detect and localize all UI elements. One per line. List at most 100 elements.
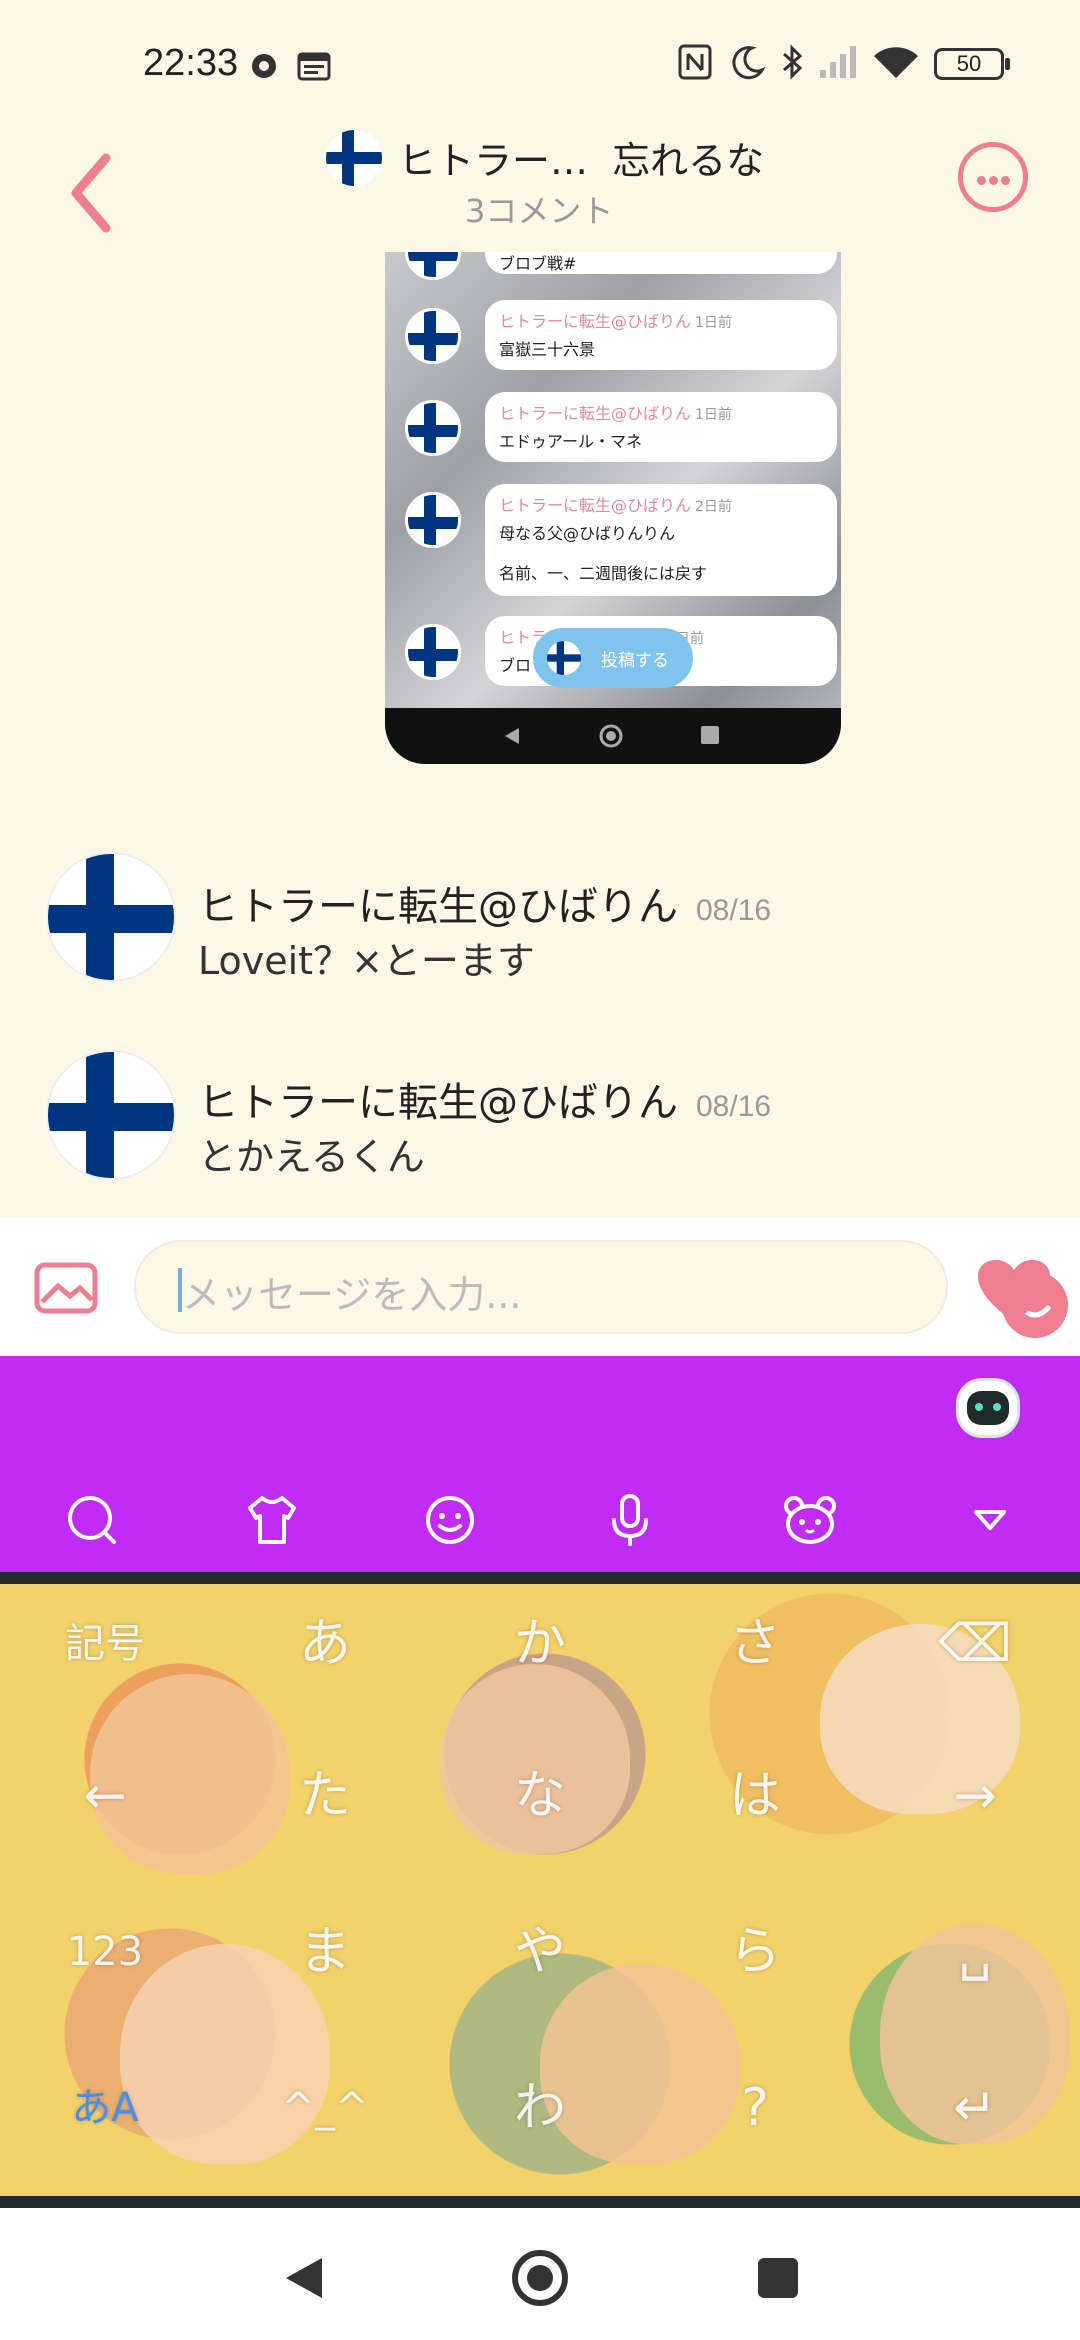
screenshot-ago: 1日前 bbox=[695, 407, 732, 423]
key-punctuation[interactable]: ? bbox=[680, 2048, 830, 2168]
keyboard-collapse-button[interactable] bbox=[960, 1490, 1020, 1550]
screenshot-message: ブロブ戦# bbox=[499, 254, 577, 273]
notification-dot-icon bbox=[252, 54, 276, 78]
back-triangle-icon bbox=[505, 728, 519, 744]
key-ka[interactable]: か bbox=[465, 1584, 615, 1704]
key-sa[interactable]: さ bbox=[680, 1584, 830, 1704]
key-ta[interactable]: た bbox=[250, 1736, 400, 1856]
home-circle-icon bbox=[599, 724, 623, 748]
avatar[interactable] bbox=[46, 852, 176, 982]
screenshot-author-name: ヒトラーに転生@ひばりん bbox=[499, 312, 692, 331]
screenshot-post-label: 投稿する bbox=[601, 651, 669, 671]
finland-flag-icon bbox=[405, 492, 461, 548]
nav-back-icon[interactable] bbox=[282, 2254, 326, 2302]
screenshot-author-name: ヒトラーに転生@ひばりん bbox=[499, 404, 692, 423]
key-a[interactable]: あ bbox=[250, 1584, 400, 1704]
screenshot-message: 母なる父@ひばりんりん bbox=[499, 524, 676, 543]
key-input-mode[interactable]: あA bbox=[30, 2048, 180, 2168]
chat-header: ヒトラー… 忘れるな 3コメント bbox=[0, 130, 1080, 250]
bear-icon bbox=[784, 1496, 836, 1544]
calendar-icon bbox=[297, 52, 331, 81]
key-cursor-left[interactable]: ← bbox=[30, 1736, 180, 1856]
mascot-face bbox=[967, 1391, 1009, 1425]
mascot-eye bbox=[993, 1403, 1001, 1411]
screenshot-ago: 2日前 bbox=[695, 499, 732, 515]
comment-text: Loveit？×とーます bbox=[198, 939, 535, 983]
smiley-icon bbox=[426, 1496, 474, 1544]
comment-author-name: ヒトラーに転生@ひばりん bbox=[198, 884, 678, 930]
image-picker-icon[interactable] bbox=[34, 1262, 98, 1314]
chat-title: ヒトラー… 忘れるな bbox=[398, 130, 764, 185]
comment-author-name: ヒトラーに転生@ひばりん bbox=[198, 1080, 678, 1126]
nav-recent-icon[interactable] bbox=[758, 2258, 798, 2298]
keyboard-theme-button[interactable] bbox=[242, 1490, 302, 1550]
key-ya[interactable]: や bbox=[465, 1892, 615, 2012]
comment-author: ヒトラーに転生@ひばりん 08/16 bbox=[198, 1070, 771, 1128]
avatar[interactable] bbox=[46, 1050, 176, 1180]
key-na[interactable]: な bbox=[465, 1736, 615, 1856]
key-ra[interactable]: ら bbox=[680, 1892, 830, 2012]
screenshot-bubble: ヒトラーに転生@ひばりん 2日前 母なる父@ひばりんりん 名前、一、二週間後には戻… bbox=[485, 484, 837, 596]
screenshot-nav-bar bbox=[385, 708, 841, 764]
screenshot-message: 富嶽三十六景 bbox=[499, 340, 596, 359]
keyboard-emoji-button[interactable] bbox=[420, 1490, 480, 1550]
screenshot-message: 名前、一、二週間後には戻す bbox=[499, 564, 708, 583]
keyboard-voice-button[interactable] bbox=[600, 1490, 660, 1550]
message-placeholder: メッセージを入力... bbox=[182, 1273, 522, 1317]
screenshot-bubble: ヒトラーに転生@ひばりん 1日前 エドゥアール・マネ bbox=[485, 392, 837, 462]
more-dot-icon bbox=[1001, 176, 1010, 185]
nav-home-inner bbox=[527, 2265, 553, 2291]
key-wa[interactable]: わ bbox=[465, 2048, 615, 2168]
chat-title-name: ヒトラー… bbox=[398, 139, 589, 183]
flick-keyboard: 記号 あ か さ ⌫ ← た な は → 123 ま や ら ␣ あA ^_^ … bbox=[0, 1572, 1080, 2208]
shirt-icon bbox=[248, 1496, 296, 1544]
message-input[interactable]: メッセージを入力... bbox=[134, 1240, 1068, 1338]
key-kaomoji[interactable]: ^_^ bbox=[250, 2048, 400, 2168]
more-dot-icon bbox=[989, 176, 998, 185]
battery-icon: 50 bbox=[934, 48, 1004, 80]
key-space[interactable]: ␣ bbox=[900, 1892, 1050, 2012]
screenshot-bubble: ヒトラーに転生@ひばりん 1日前 富嶽三十六景 bbox=[485, 300, 837, 370]
keyboard-search-button[interactable] bbox=[62, 1490, 122, 1550]
finland-flag-icon bbox=[405, 400, 461, 456]
finland-flag-icon bbox=[326, 130, 382, 186]
more-dot-icon bbox=[977, 176, 986, 185]
status-bar: 22:33 50 bbox=[0, 0, 1080, 130]
key-enter[interactable]: ↵ bbox=[900, 2048, 1050, 2168]
wifi-icon bbox=[874, 47, 918, 78]
key-number-mode[interactable]: 123 bbox=[30, 1892, 180, 2012]
key-ha[interactable]: は bbox=[680, 1736, 830, 1856]
comment-author: ヒトラーに転生@ひばりん 08/16 bbox=[198, 874, 771, 932]
key-ma[interactable]: ま bbox=[250, 1892, 400, 2012]
moon-icon bbox=[732, 46, 766, 80]
chat-title-suffix: 忘れるな bbox=[612, 139, 765, 183]
mic-icon bbox=[612, 1494, 648, 1546]
finland-flag-icon bbox=[405, 624, 461, 680]
key-backspace[interactable]: ⌫ bbox=[900, 1584, 1050, 1704]
keyboard-toolbar bbox=[0, 1356, 1080, 1572]
recent-square-icon bbox=[701, 726, 719, 744]
more-options-button[interactable] bbox=[958, 142, 1028, 212]
screenshot-author: ヒトラーに転生@ひばりん 2日前 bbox=[499, 492, 823, 516]
keyboard-sticker-button[interactable] bbox=[780, 1490, 840, 1550]
back-chevron-icon[interactable] bbox=[62, 148, 122, 238]
screenshot-ago: 1日前 bbox=[695, 315, 732, 331]
message-input-bar: メッセージを入力... bbox=[0, 1218, 1080, 1356]
key-kigou[interactable]: 記号 bbox=[30, 1584, 180, 1704]
screenshot-post-button: 投稿する bbox=[533, 628, 693, 688]
finland-flag-icon bbox=[547, 641, 581, 675]
nfc-icon bbox=[678, 44, 712, 80]
comment-date: 08/16 bbox=[696, 1090, 772, 1123]
signal-icon bbox=[820, 46, 856, 78]
comment-item: ヒトラーに転生@ひばりん 08/16 とかえるくん bbox=[0, 1050, 1080, 1210]
finland-flag-icon bbox=[405, 308, 461, 364]
nav-home-icon[interactable] bbox=[512, 2250, 568, 2306]
status-time: 22:33 bbox=[143, 42, 239, 84]
heart-icon[interactable] bbox=[976, 1258, 1052, 1324]
keyboard-mascot-icon[interactable] bbox=[956, 1378, 1020, 1438]
collapse-icon bbox=[974, 1510, 1006, 1530]
shared-screenshot-image[interactable]: ブロブ戦# ヒトラーに転生@ひばりん 1日前 富嶽三十六景 ヒトラーに転生@ひばり… bbox=[385, 252, 841, 764]
key-cursor-right[interactable]: → bbox=[900, 1736, 1050, 1856]
comment-date: 08/16 bbox=[696, 894, 772, 927]
screenshot-author-name: ヒトラーに転生@ひばりん bbox=[499, 496, 692, 515]
